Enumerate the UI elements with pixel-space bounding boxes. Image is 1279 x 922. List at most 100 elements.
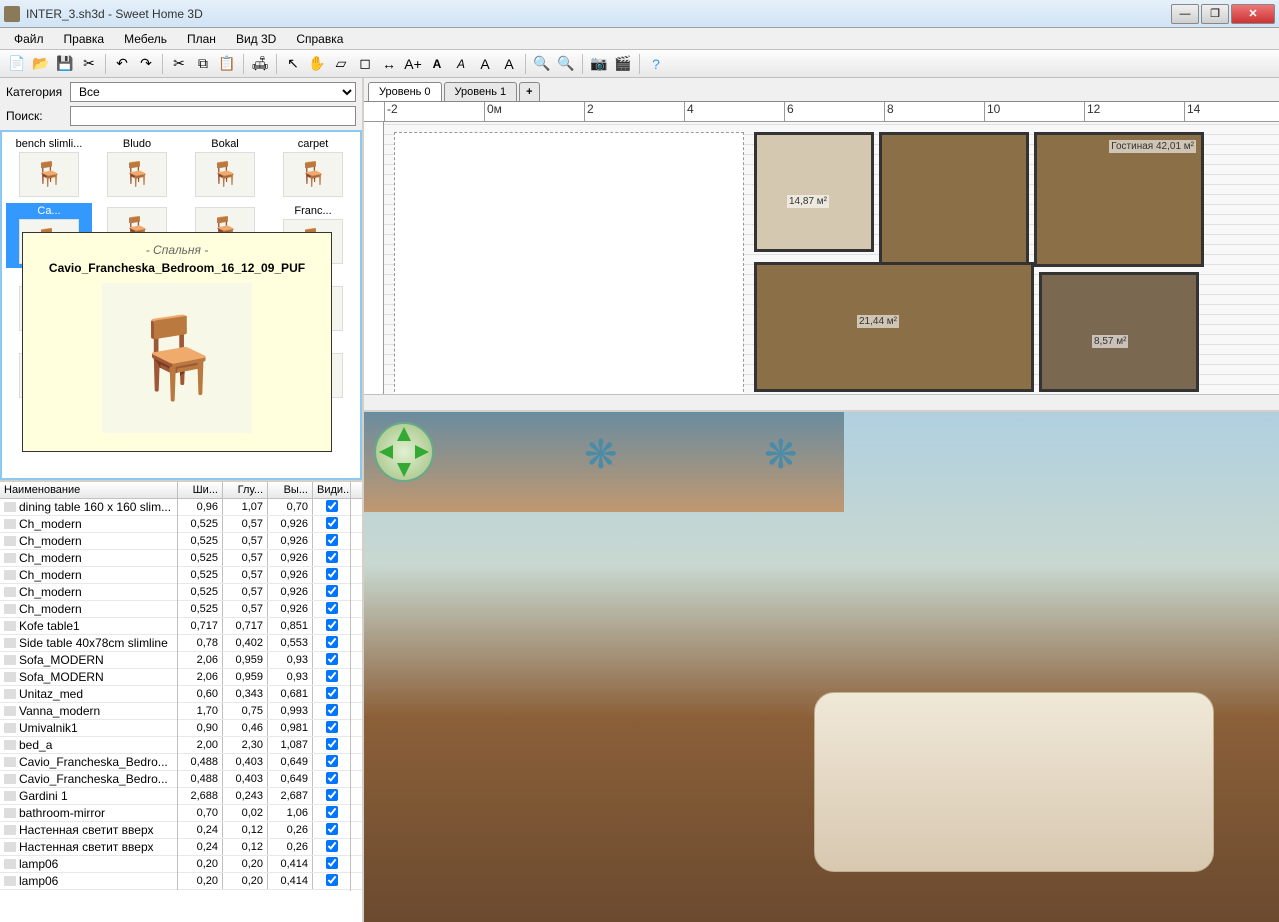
room-area[interactable]: 8,57 м²: [1039, 272, 1199, 392]
table-row[interactable]: bed_a 2,00 2,30 1,087: [0, 737, 362, 754]
table-row[interactable]: Настенная светит вверх 0,24 0,12 0,26: [0, 822, 362, 839]
table-row[interactable]: Ch_modern 0,525 0,57 0,926: [0, 533, 362, 550]
table-row[interactable]: Vanna_modern 1,70 0,75 0,993: [0, 703, 362, 720]
tab-add-level[interactable]: +: [519, 82, 539, 101]
visibility-checkbox[interactable]: [326, 806, 338, 818]
select-icon[interactable]: ↖: [282, 53, 304, 75]
visibility-checkbox[interactable]: [326, 602, 338, 614]
table-row[interactable]: dining table 160 x 160 slim... 0,96 1,07…: [0, 499, 362, 516]
table-row[interactable]: Sofa_MODERN 2,06 0,959 0,93: [0, 669, 362, 686]
nav-right-icon[interactable]: [415, 445, 429, 459]
dimension-icon[interactable]: ↔: [378, 53, 400, 75]
undo-icon[interactable]: ↶: [111, 53, 133, 75]
new-icon[interactable]: 📄: [6, 53, 28, 75]
tab-level-1[interactable]: Уровень 1: [444, 82, 518, 101]
visibility-checkbox[interactable]: [326, 551, 338, 563]
paste-icon[interactable]: 📋: [216, 53, 238, 75]
search-input[interactable]: [70, 106, 356, 126]
visibility-checkbox[interactable]: [326, 857, 338, 869]
table-row[interactable]: Ch_modern 0,525 0,57 0,926: [0, 550, 362, 567]
room-icon[interactable]: ◻: [354, 53, 376, 75]
menu-edit[interactable]: Правка: [56, 30, 113, 48]
room-area[interactable]: 21,44 м²: [754, 262, 1034, 392]
menu-furniture[interactable]: Мебель: [116, 30, 175, 48]
room-area[interactable]: Гостиная 42,01 м²: [1034, 132, 1204, 267]
plan-view[interactable]: -20м246810121416 14,87 м² Гостиная 42,01…: [364, 102, 1279, 412]
menu-help[interactable]: Справка: [288, 30, 351, 48]
tab-level-0[interactable]: Уровень 0: [368, 82, 442, 101]
table-row[interactable]: lamp06 0,20 0,20 0,414: [0, 856, 362, 873]
camera-icon[interactable]: 📷: [588, 53, 610, 75]
redo-icon[interactable]: ↷: [135, 53, 157, 75]
visibility-checkbox[interactable]: [326, 619, 338, 631]
help-icon[interactable]: ?: [645, 53, 667, 75]
add-furniture-icon[interactable]: 🛋: [249, 53, 271, 75]
visibility-checkbox[interactable]: [326, 534, 338, 546]
save-icon[interactable]: 💾: [54, 53, 76, 75]
menu-plan[interactable]: План: [179, 30, 224, 48]
plan-canvas[interactable]: 14,87 м² Гостиная 42,01 м² 21,44 м² 8,57…: [384, 122, 1279, 394]
table-row[interactable]: Sofa_MODERN 2,06 0,959 0,93: [0, 652, 362, 669]
wall-icon[interactable]: ▱: [330, 53, 352, 75]
table-row[interactable]: Cavio_Francheska_Bedro... 0,488 0,403 0,…: [0, 754, 362, 771]
table-row[interactable]: Gardini 1 2,688 0,243 2,687: [0, 788, 362, 805]
text-icon[interactable]: A+: [402, 53, 424, 75]
copy-icon[interactable]: ⧉: [192, 53, 214, 75]
visibility-checkbox[interactable]: [326, 840, 338, 852]
video-icon[interactable]: 🎬: [612, 53, 634, 75]
col-height[interactable]: Вы...: [268, 482, 313, 498]
table-row[interactable]: lamp06 0,20 0,20 0,414: [0, 873, 362, 890]
catalog-item[interactable]: carpet🪑: [270, 136, 356, 201]
text-size-down-icon[interactable]: A: [498, 53, 520, 75]
catalog-item[interactable]: Bokal🪑: [182, 136, 268, 201]
table-row[interactable]: Ch_modern 0,525 0,57 0,926: [0, 516, 362, 533]
visibility-checkbox[interactable]: [326, 500, 338, 512]
cut-icon[interactable]: ✂: [168, 53, 190, 75]
col-depth[interactable]: Глу...: [223, 482, 268, 498]
visibility-checkbox[interactable]: [326, 704, 338, 716]
visibility-checkbox[interactable]: [326, 789, 338, 801]
minimize-button[interactable]: ―: [1171, 4, 1199, 24]
nav-down-icon[interactable]: [397, 463, 411, 477]
category-select[interactable]: Все: [70, 82, 356, 102]
table-row[interactable]: bathroom-mirror 0,70 0,02 1,06: [0, 805, 362, 822]
visibility-checkbox[interactable]: [326, 585, 338, 597]
visibility-checkbox[interactable]: [326, 721, 338, 733]
room-area[interactable]: [879, 132, 1029, 272]
3d-view[interactable]: ❋ ❋: [364, 412, 1279, 922]
furniture-list[interactable]: Наименование Ши... Глу... Вы... Види... …: [0, 480, 362, 922]
open-icon[interactable]: 📂: [30, 53, 52, 75]
table-row[interactable]: Ch_modern 0,525 0,57 0,926: [0, 567, 362, 584]
table-row[interactable]: Unitaz_med 0,60 0,343 0,681: [0, 686, 362, 703]
col-width[interactable]: Ши...: [178, 482, 223, 498]
nav-left-icon[interactable]: [379, 445, 393, 459]
col-name[interactable]: Наименование: [0, 482, 178, 498]
table-row[interactable]: Side table 40x78cm slimline 0,78 0,402 0…: [0, 635, 362, 652]
scrollbar-horizontal[interactable]: [364, 394, 1279, 410]
text-italic-icon[interactable]: A: [450, 53, 472, 75]
table-row[interactable]: Настенная светит вверх 0,24 0,12 0,26: [0, 839, 362, 856]
table-row[interactable]: Umivalnik1 0,90 0,46 0,981: [0, 720, 362, 737]
visibility-checkbox[interactable]: [326, 687, 338, 699]
visibility-checkbox[interactable]: [326, 568, 338, 580]
visibility-checkbox[interactable]: [326, 517, 338, 529]
table-row[interactable]: Cavio_Francheska_Bedro... 0,488 0,403 0,…: [0, 771, 362, 788]
col-visible[interactable]: Види...: [313, 482, 351, 498]
visibility-checkbox[interactable]: [326, 738, 338, 750]
catalog-item[interactable]: Bludo🪑: [94, 136, 180, 201]
catalog-item[interactable]: bench slimli...🪑: [6, 136, 92, 201]
menu-3dview[interactable]: Вид 3D: [228, 30, 284, 48]
visibility-checkbox[interactable]: [326, 636, 338, 648]
visibility-checkbox[interactable]: [326, 772, 338, 784]
visibility-checkbox[interactable]: [326, 653, 338, 665]
visibility-checkbox[interactable]: [326, 755, 338, 767]
text-bold-icon[interactable]: A: [426, 53, 448, 75]
zoom-in-icon[interactable]: 🔍: [531, 53, 553, 75]
prefs-icon[interactable]: ✂: [78, 53, 100, 75]
visibility-checkbox[interactable]: [326, 874, 338, 886]
zoom-out-icon[interactable]: 🔍: [555, 53, 577, 75]
nav-up-icon[interactable]: [397, 427, 411, 441]
text-size-up-icon[interactable]: A: [474, 53, 496, 75]
furniture-catalog[interactable]: bench slimli...🪑Bludo🪑Bokal🪑carpet🪑Ca...…: [0, 130, 362, 480]
room-area[interactable]: 14,87 м²: [754, 132, 874, 252]
